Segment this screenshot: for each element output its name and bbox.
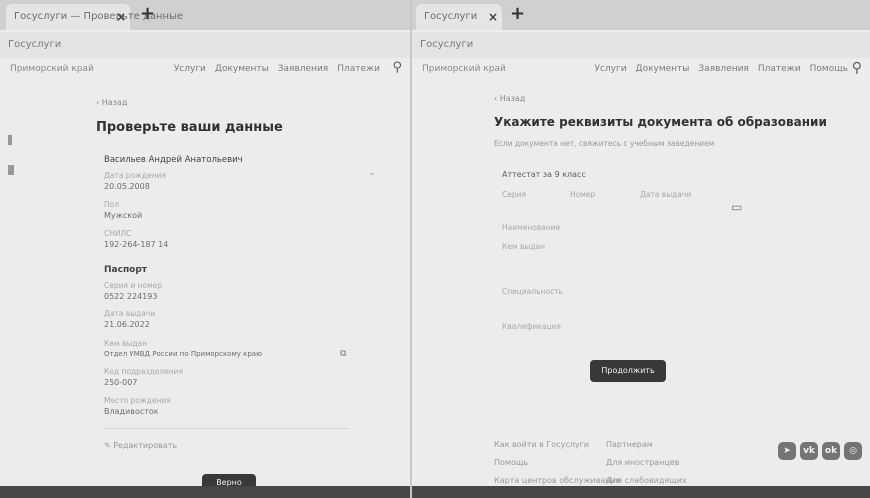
field-value: 250-007 xyxy=(104,378,138,387)
field-value: Владивосток xyxy=(104,407,159,416)
telegram-icon[interactable]: ➤ xyxy=(778,442,796,460)
browser-tab[interactable]: Госуслуги × xyxy=(416,4,502,30)
field-value: 0522 224193 xyxy=(104,292,158,301)
nav-services[interactable]: Услуги xyxy=(174,64,206,74)
right-browser-window: Госуслуги × + Госуслуги Приморский край … xyxy=(412,0,870,498)
taskbar xyxy=(0,486,410,498)
field-value: 192-264-187 14 xyxy=(104,240,169,249)
field-label: Код подразделения xyxy=(104,367,184,376)
nav-payments[interactable]: Платежи xyxy=(337,64,380,74)
page-title: Проверьте ваши данные xyxy=(96,120,283,135)
tab-bar: Госуслуги × + xyxy=(412,0,870,30)
footer-link[interactable]: Для слабовидящих xyxy=(606,476,687,485)
nav-payments[interactable]: Платежи xyxy=(758,64,801,74)
footer-link[interactable]: Для иностранцев xyxy=(606,458,679,467)
nav-applications[interactable]: Заявления xyxy=(698,64,748,74)
edit-link-label: Редактировать xyxy=(113,441,178,450)
browser-tab[interactable]: Госуслуги — Проверьте данные × xyxy=(6,4,183,30)
nav-documents[interactable]: Документы xyxy=(215,64,269,74)
new-tab-icon[interactable]: + xyxy=(510,3,525,24)
field-value: 21.06.2022 xyxy=(104,320,150,329)
search-icon[interactable]: ⚲ xyxy=(852,60,862,76)
field-label: Пол xyxy=(104,200,120,209)
edit-link[interactable]: ✎ Редактировать xyxy=(104,441,177,450)
ok-icon[interactable]: ok xyxy=(822,442,840,460)
left-browser-window: Госуслуги — Проверьте данные × + Госуслу… xyxy=(0,0,410,498)
field-value: Мужской xyxy=(104,211,143,220)
search-icon[interactable]: ⚲ xyxy=(392,60,402,75)
page-title: Укажите реквизиты документа об образован… xyxy=(494,115,827,129)
footer-link[interactable]: Партнерам xyxy=(606,440,653,449)
location-selector[interactable]: Приморский край xyxy=(422,64,506,74)
nav-documents[interactable]: Документы xyxy=(636,64,690,74)
continue-button[interactable]: Продолжить xyxy=(590,360,666,382)
new-tab-icon[interactable]: + xyxy=(140,3,155,24)
address-bar[interactable]: Госуслуги xyxy=(412,32,870,58)
tab-title: Госуслуги xyxy=(424,11,478,22)
footer-link[interactable]: Как войти в Госуслуги xyxy=(494,440,589,449)
field-label: Серия и номер xyxy=(104,281,163,290)
tab-bar: Госуслуги — Проверьте данные × + xyxy=(0,0,410,30)
calendar-icon[interactable]: ▭ xyxy=(731,200,742,214)
side-marker xyxy=(8,165,14,175)
hint-text: Если документа нет, свяжитесь с учебным … xyxy=(494,139,715,148)
footer-link[interactable]: Карта центров обслуживания xyxy=(494,476,621,485)
person-name: Васильев Андрей Анатольевич xyxy=(104,155,243,165)
site-header: Приморский край Услуги Документы Заявлен… xyxy=(0,58,410,82)
field-label: Место рождения xyxy=(104,396,171,405)
field-label: СНИЛС xyxy=(104,229,132,238)
number-label: Номер xyxy=(570,190,596,199)
main-nav: Услуги Документы Заявления Платежи xyxy=(174,64,380,74)
field-label: Квалификация xyxy=(502,322,561,331)
footer-link[interactable]: Помощь xyxy=(494,458,528,467)
document-type: Аттестат за 9 класс xyxy=(502,170,586,179)
passport-title: Паспорт xyxy=(104,265,148,275)
series-label: Серия xyxy=(502,190,526,199)
issue-date-label: Дата выдачи xyxy=(640,190,692,199)
side-marker xyxy=(8,135,12,145)
nav-services[interactable]: Услуги xyxy=(594,64,626,74)
back-link[interactable]: ‹ Назад xyxy=(494,94,525,103)
field-label: Специальность xyxy=(502,287,563,296)
dzen-icon[interactable]: ◎ xyxy=(844,442,862,460)
field-label: Кем выдан xyxy=(502,242,546,251)
field-value: Отдел УМВД России по Приморскому краю xyxy=(104,350,262,358)
address-bar[interactable]: Госуслуги xyxy=(0,32,410,58)
main-nav: Услуги Документы Заявления Платежи Помощ… xyxy=(594,64,848,74)
back-link[interactable]: ‹ Назад xyxy=(96,98,127,107)
location-selector[interactable]: Приморский край xyxy=(10,64,94,74)
taskbar xyxy=(412,486,870,498)
info-icon[interactable]: ⧉ xyxy=(340,349,346,359)
url-text: Госуслуги xyxy=(420,39,474,50)
field-label: Дата выдачи xyxy=(104,309,156,318)
close-icon[interactable]: × xyxy=(488,10,498,24)
field-label: Кем выдан xyxy=(104,339,148,348)
close-icon[interactable]: × xyxy=(116,10,126,24)
field-label: Дата рождения xyxy=(104,171,166,180)
field-label: Наименование xyxy=(502,223,561,232)
vk-icon[interactable]: vk xyxy=(800,442,818,460)
divider xyxy=(104,428,349,429)
chevron-down-icon[interactable]: ⌄ xyxy=(368,168,376,178)
tab-title: Госуслуги — Проверьте данные xyxy=(14,11,184,22)
nav-help[interactable]: Помощь xyxy=(810,64,848,74)
nav-applications[interactable]: Заявления xyxy=(278,64,328,74)
url-text: Госуслуги xyxy=(8,39,62,50)
field-value: 20.05.2008 xyxy=(104,182,150,191)
site-header: Приморский край Услуги Документы Заявлен… xyxy=(412,58,870,82)
